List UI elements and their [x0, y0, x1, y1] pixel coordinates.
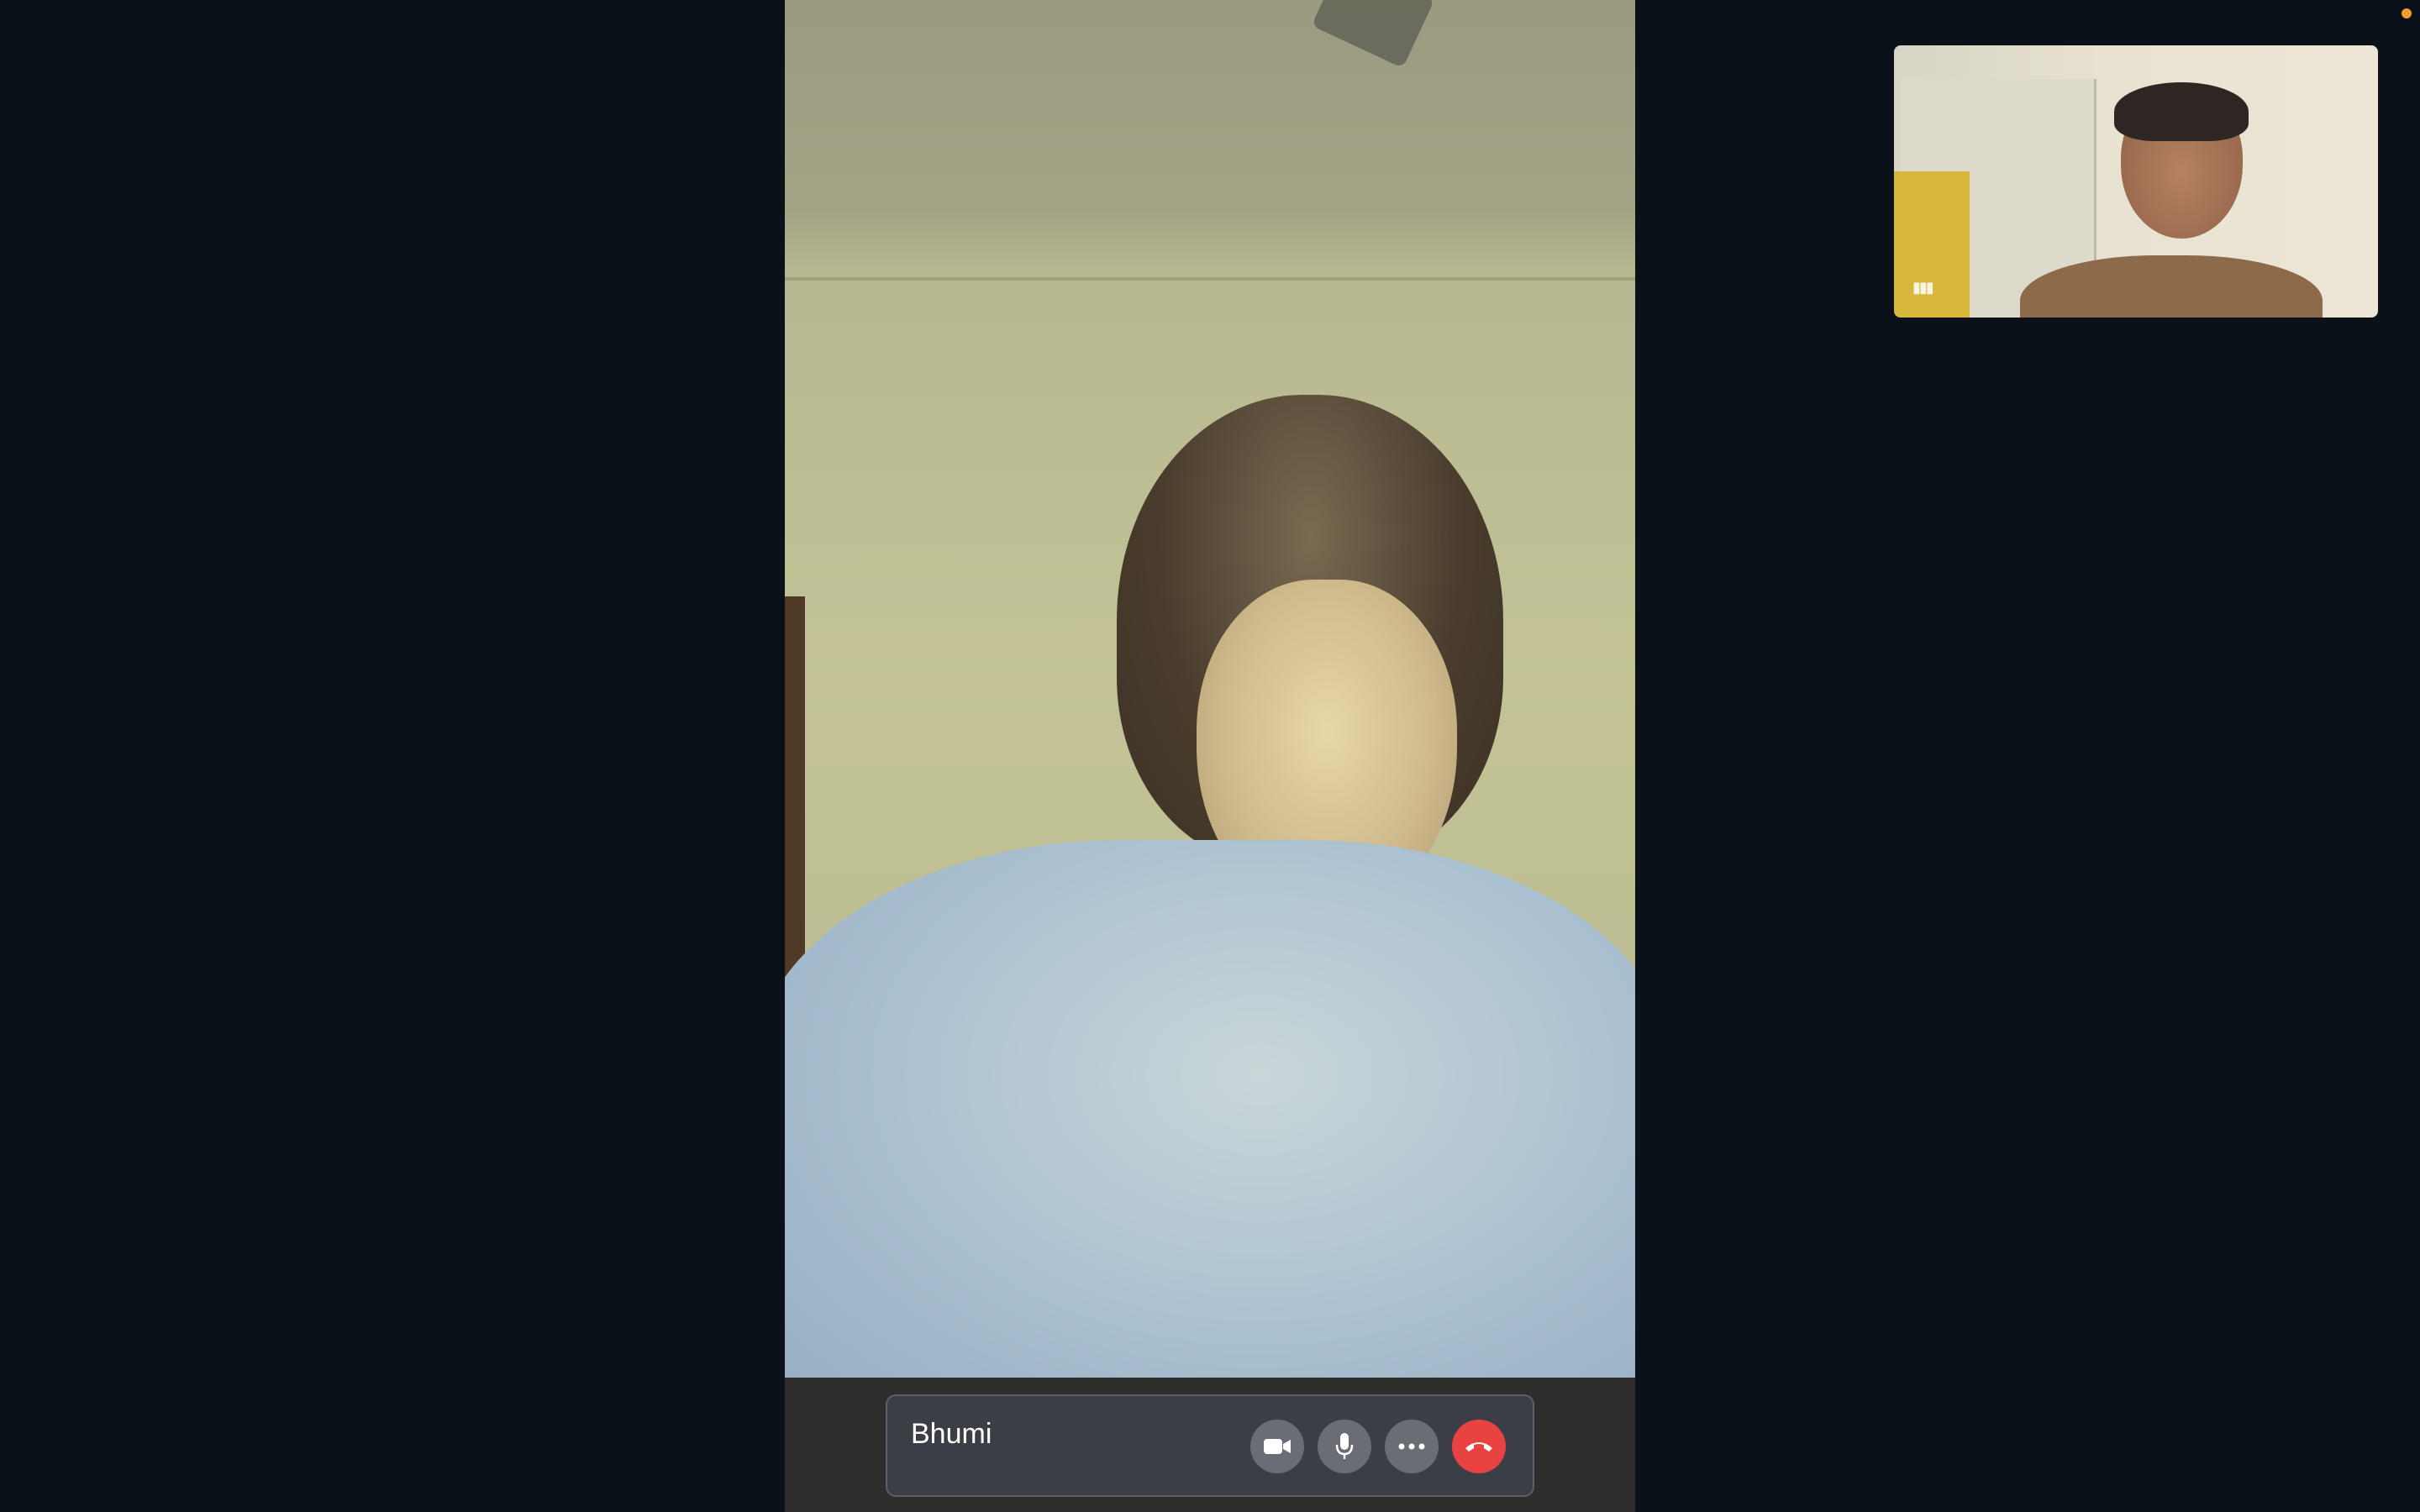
caller-name-label: Bhumi — [911, 1418, 992, 1450]
microphone-icon — [1335, 1433, 1354, 1459]
audio-level-icon: ▮▮▮ — [1912, 279, 1934, 296]
more-options-button[interactable] — [1385, 1420, 1439, 1473]
mute-toggle-button[interactable] — [1318, 1420, 1371, 1473]
self-hair — [2114, 82, 2249, 141]
call-control-bar: Bhumi — [886, 1394, 1534, 1497]
more-options-icon — [1398, 1443, 1425, 1450]
remote-participant-video[interactable] — [785, 0, 1635, 1512]
ceiling-edge — [785, 277, 1635, 281]
microphone-in-use-indicator — [2402, 8, 2412, 18]
end-call-button[interactable] — [1452, 1420, 1506, 1473]
participant-shirt — [785, 840, 1635, 1428]
self-preview-video[interactable]: ▮▮▮ — [1894, 45, 2378, 318]
video-camera-icon — [1264, 1439, 1291, 1454]
ceiling-fan — [1311, 0, 1435, 69]
video-toggle-button[interactable] — [1250, 1420, 1304, 1473]
facetime-call-window: ▮▮▮ Bhumi — [0, 0, 2420, 1512]
end-call-icon — [1465, 1442, 1492, 1452]
